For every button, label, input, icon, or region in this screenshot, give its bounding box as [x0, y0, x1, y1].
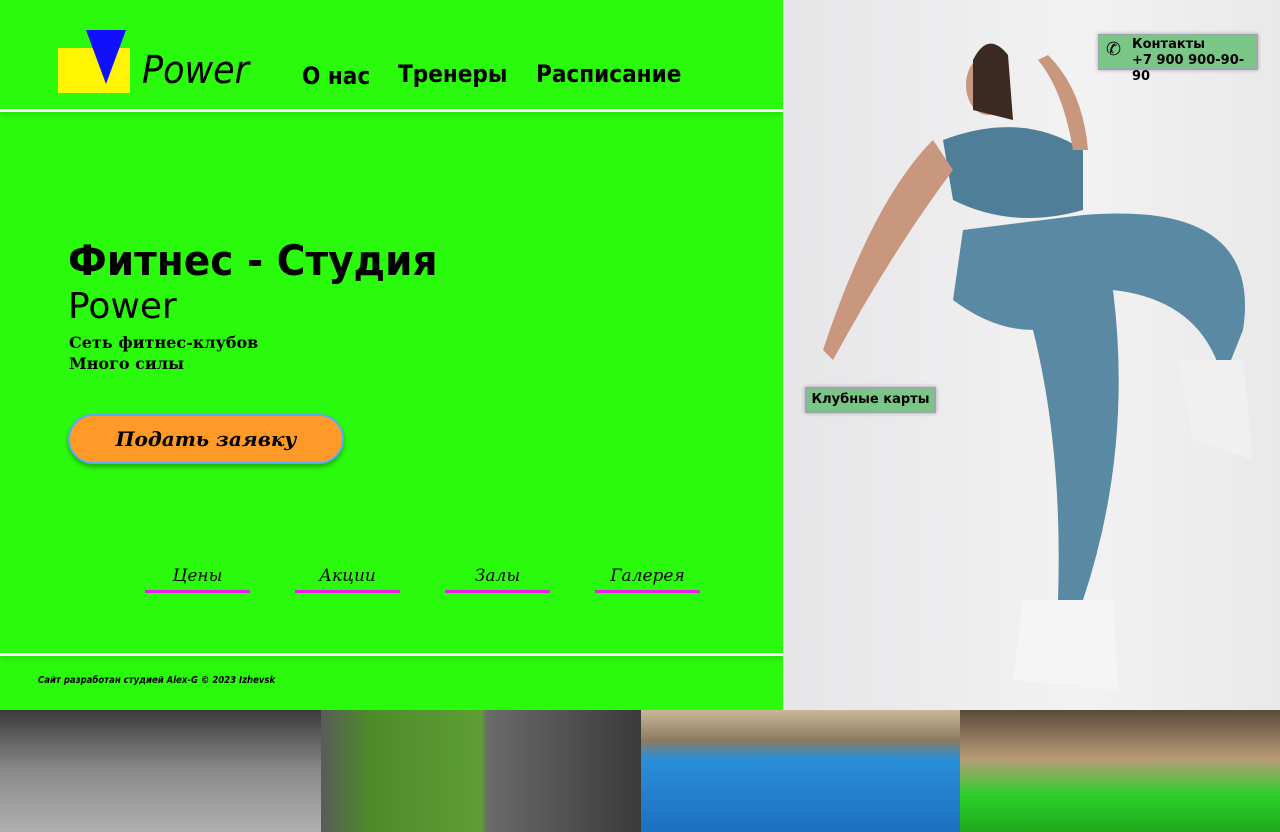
nav-schedule[interactable]: Расписание: [536, 60, 681, 88]
hero-subtitle: Power: [68, 286, 177, 327]
contacts-label: Контакты: [1132, 37, 1205, 52]
club-cards-button[interactable]: Клубные карты: [805, 387, 936, 413]
gallery-image-workout-room[interactable]: [321, 710, 641, 832]
gallery-image-gym[interactable]: [0, 710, 321, 832]
section-link-prices[interactable]: Цены: [145, 566, 250, 593]
apply-button[interactable]: Подать заявку: [68, 414, 344, 464]
phone-icon: ✆: [1106, 39, 1122, 60]
footer-text: Сайт разработан студией Alex-G © 2023 Iz…: [38, 675, 276, 686]
main-panel: Power О нас Тренеры Расписание Фитнес - …: [0, 0, 783, 710]
logo-text[interactable]: Power: [142, 48, 249, 92]
hero-title: Фитнес - Студия: [68, 236, 438, 285]
athlete-image: [823, 43, 1253, 690]
section-link-promotions[interactable]: Акции: [295, 566, 400, 593]
footer-divider: [0, 653, 783, 656]
section-link-halls[interactable]: Залы: [445, 566, 550, 593]
gallery-image-pool[interactable]: [641, 710, 960, 832]
nav-trainers[interactable]: Тренеры: [398, 60, 507, 88]
tagline-2: Много силы: [69, 354, 185, 373]
nav-about[interactable]: О нас: [302, 62, 370, 90]
contacts-phone[interactable]: +7 900 900-90-90: [1132, 53, 1256, 85]
gallery-image-fresh-bar[interactable]: [960, 710, 1280, 832]
logo-triangle: [86, 30, 126, 84]
header-divider: [0, 109, 783, 112]
contacts-box[interactable]: ✆ Контакты +7 900 900-90-90: [1098, 34, 1258, 84]
section-link-gallery[interactable]: Галерея: [595, 566, 700, 593]
tagline-1: Сеть фитнес-клубов: [69, 333, 259, 352]
hero-image: ✆ Контакты +7 900 900-90-90 Клубные карт…: [783, 0, 1280, 710]
hero-tagline: Сеть фитнес-клубов Много силы: [69, 332, 258, 374]
